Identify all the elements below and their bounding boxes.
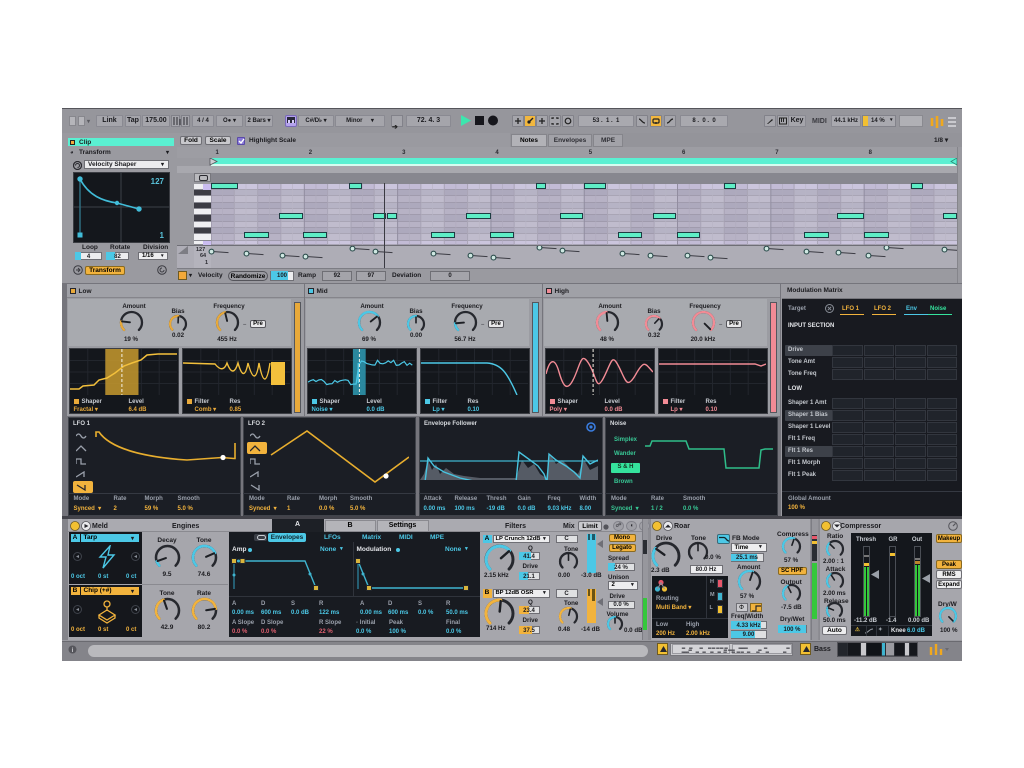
svg-text:127: 127 bbox=[151, 177, 165, 186]
svg-text:1: 1 bbox=[160, 231, 165, 240]
